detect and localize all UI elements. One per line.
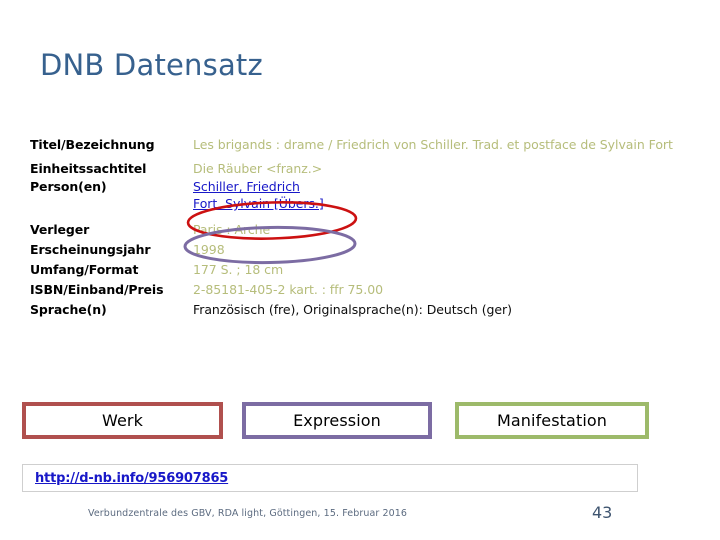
table-row: Person(en) Schiller, Friedrich Fort, Syl… (30, 178, 685, 212)
frbr-box-expression: Expression (242, 402, 432, 439)
row-label-personen: Person(en) (30, 179, 107, 194)
person-link-schiller[interactable]: Schiller, Friedrich (193, 178, 300, 195)
table-row: Einheitssachtitel Die Räuber <franz.> (30, 160, 685, 177)
row-label-verleger: Verleger (30, 222, 90, 237)
frbr-box-manifestation: Manifestation (455, 402, 649, 439)
slide-canvas: DNB Datensatz Titel/Bezeichnung Les brig… (0, 0, 720, 540)
row-label-isbn: ISBN/Einband/Preis (30, 282, 164, 297)
row-value-sprachen: Französisch (fre), Originalsprache(n): D… (193, 302, 512, 317)
row-label-sprachen: Sprache(n) (30, 302, 107, 317)
frbr-box-werk: Werk (22, 402, 223, 439)
table-row: Titel/Bezeichnung Les brigands : drame /… (30, 136, 685, 153)
url-bar: http://d-nb.info/956907865 (22, 464, 638, 492)
table-row: ISBN/Einband/Preis 2-85181-405-2 kart. :… (30, 281, 685, 298)
row-label-einheitssachtitel: Einheitssachtitel (30, 161, 147, 176)
row-label-erscheinungsjahr: Erscheinungsjahr (30, 242, 151, 257)
table-row: Umfang/Format 177 S. ; 18 cm (30, 261, 685, 278)
dnb-record-table: Titel/Bezeichnung Les brigands : drame /… (30, 136, 685, 321)
page-number: 43 (592, 503, 613, 522)
table-row: Erscheinungsjahr 1998 (30, 241, 685, 258)
dnb-record-url-link[interactable]: http://d-nb.info/956907865 (35, 471, 228, 486)
row-label-titel: Titel/Bezeichnung (30, 137, 155, 152)
table-row: Sprache(n) Französisch (fre), Originalsp… (30, 301, 685, 318)
row-value-isbn: 2-85181-405-2 kart. : ffr 75.00 (193, 282, 384, 297)
row-label-umfang: Umfang/Format (30, 262, 139, 277)
footer-text: Verbundzentrale des GBV, RDA light, Gött… (88, 508, 408, 519)
person-link-fort[interactable]: Fort, Sylvain [Übers.] (193, 195, 324, 212)
row-value-erscheinungsjahr: 1998 (193, 242, 225, 257)
table-row: Verleger Paris : Arche (30, 221, 685, 238)
row-value-umfang: 177 S. ; 18 cm (193, 262, 284, 277)
page-title: DNB Datensatz (40, 48, 263, 82)
row-value-einheitssachtitel: Die Räuber <franz.> (193, 161, 323, 176)
row-value-verleger: Paris : Arche (193, 222, 271, 237)
row-value-titel: Les brigands : drame / Friedrich von Sch… (193, 137, 673, 152)
row-value-personen: Schiller, Friedrich Fort, Sylvain [Übers… (193, 178, 685, 212)
